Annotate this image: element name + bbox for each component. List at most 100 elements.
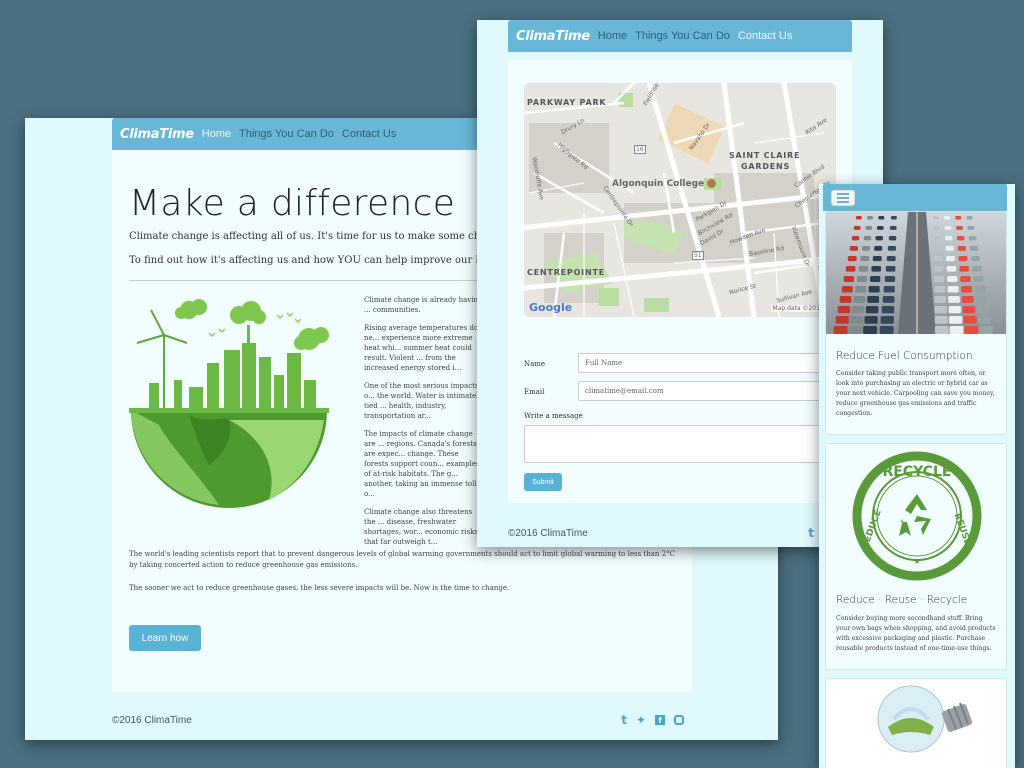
paragraph: The impacts of climate change are ... re…: [364, 430, 480, 498]
navbar: [823, 184, 1007, 211]
car-shape: [946, 266, 957, 272]
recycle-stamp-image: RECYCLE REDUCE REUSE ★: [852, 451, 982, 581]
car-shape: [934, 296, 947, 303]
car-shape: [948, 306, 962, 314]
traffic-jam-image: [826, 212, 1006, 335]
google-logo: Google: [529, 301, 573, 314]
car-shape: [886, 256, 896, 262]
mobile-page-window: Reduce Fuel Consumption Consider taking …: [819, 184, 1015, 768]
car-shape: [851, 306, 865, 314]
email-field[interactable]: climatime@email.com: [578, 381, 838, 401]
google-map[interactable]: PARKWAY PARK SAINT CLAIRE GARDENS Algonq…: [524, 83, 836, 317]
paragraph: Climate change also threatens the ... di…: [364, 508, 479, 546]
car-shape: [960, 276, 971, 283]
car-shape: [969, 246, 979, 251]
car-shape: [845, 266, 856, 272]
map-pin-icon: [707, 179, 716, 188]
twitter-icon[interactable]: ✦: [636, 713, 646, 727]
car-shape: [884, 276, 896, 283]
footer-copyright: ©2016 ClimaTime: [508, 527, 588, 539]
car-shape: [946, 256, 955, 262]
learn-how-button[interactable]: Learn how: [129, 625, 201, 651]
message-label: Write a message: [524, 412, 583, 420]
submit-button[interactable]: Submit: [524, 473, 562, 491]
car-shape: [862, 246, 871, 251]
map-label: CENTREPOINTE: [527, 268, 605, 277]
car-shape: [945, 236, 953, 241]
cloud-icon: [294, 327, 329, 350]
nav-things-you-can-do[interactable]: Things You Can Do: [239, 128, 334, 140]
brand-logo[interactable]: ClimaTime: [120, 127, 194, 142]
car-shape: [835, 316, 849, 324]
footer-copyright: ©2016 ClimaTime: [112, 714, 192, 726]
nav-things-you-can-do[interactable]: Things You Can Do: [635, 30, 730, 42]
car-shape: [957, 246, 966, 251]
car-shape: [883, 286, 895, 293]
tumblr-icon[interactable]: t: [808, 526, 814, 540]
footer: ©2016 ClimaTime t ✦ f: [112, 710, 684, 730]
stamp-reduce-text: REDUCE: [860, 509, 883, 551]
car-shape: [874, 246, 883, 251]
car-shape: [956, 226, 963, 230]
car-shape: [933, 236, 941, 241]
card-text: Consider buying more secondhand stuff. B…: [836, 615, 996, 652]
nav-home[interactable]: Home: [598, 30, 627, 42]
car-shape: [968, 236, 977, 241]
car-shape: [933, 266, 944, 272]
svg-text:★: ★: [913, 557, 920, 566]
car-shape: [875, 236, 883, 241]
car-shape: [885, 266, 896, 272]
car-shape: [933, 256, 943, 262]
car-shape: [971, 256, 980, 262]
map-label: SAINT CLAIRE: [729, 151, 801, 160]
car-shape: [863, 236, 872, 241]
car-shape: [856, 276, 868, 283]
car-shape: [959, 266, 969, 272]
route-shield: 51: [692, 251, 704, 260]
nav-contact-us[interactable]: Contact Us: [342, 128, 396, 140]
tumblr-icon[interactable]: t: [621, 713, 627, 727]
facebook-icon[interactable]: f: [655, 715, 665, 725]
paragraph: One of the most serious impacts o... the…: [364, 382, 483, 420]
name-field[interactable]: Full Name: [578, 353, 838, 373]
car-shape: [967, 226, 975, 230]
nav-contact-us[interactable]: Contact Us: [738, 30, 792, 42]
car-shape: [864, 316, 878, 324]
map-label: PARKWAY PARK: [527, 98, 607, 107]
car-shape: [887, 246, 896, 251]
paragraph: Rising average temperatures do ne... exp…: [364, 324, 479, 372]
car-shape: [944, 226, 952, 230]
car-shape: [933, 226, 940, 230]
message-textarea[interactable]: [524, 425, 838, 463]
car-shape: [962, 306, 976, 314]
route-shield: 16: [634, 145, 646, 154]
car-shape: [855, 286, 867, 293]
car-shape: [843, 276, 855, 283]
card-title: Reduce · Reuse · Recycle: [836, 594, 968, 606]
car-shape: [933, 276, 945, 283]
cloud-icon: [230, 301, 266, 324]
car-shape: [860, 256, 870, 262]
nav-home[interactable]: Home: [202, 128, 231, 140]
car-shape: [833, 326, 848, 335]
contact-content: PARKWAY PARK SAINT CLAIRE GARDENS Algonq…: [508, 60, 852, 503]
footer: ©2016 ClimaTime t ✦ f: [508, 525, 852, 541]
brand-logo[interactable]: ClimaTime: [516, 29, 590, 44]
car-shape: [956, 236, 965, 241]
car-shape: [948, 296, 960, 303]
lead-text: Climate change is affecting all of us. I…: [129, 231, 514, 242]
instagram-icon[interactable]: [674, 715, 684, 725]
hamburger-menu-icon[interactable]: [831, 189, 855, 206]
page-title: Make a difference: [129, 183, 456, 224]
paragraph: The world's leading scientists report th…: [129, 550, 675, 569]
car-shape: [945, 246, 954, 251]
car-shape: [889, 226, 897, 230]
green-city-earth-illustration: [129, 299, 329, 508]
car-shape: [934, 306, 947, 314]
car-shape: [966, 216, 973, 220]
car-shape: [848, 326, 863, 335]
map-label: Algonquin College: [612, 179, 705, 189]
navbar: ClimaTime Home Things You Can Do Contact…: [508, 20, 852, 52]
car-shape: [934, 326, 949, 335]
car-shape: [867, 216, 874, 220]
